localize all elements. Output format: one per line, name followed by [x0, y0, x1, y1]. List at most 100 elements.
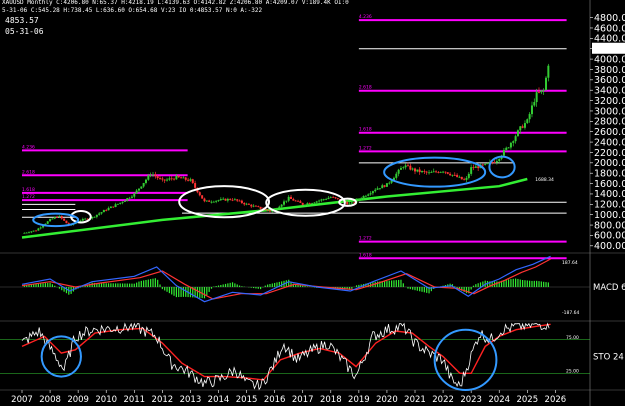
candle-body — [507, 147, 510, 149]
candle-body — [458, 176, 461, 178]
candle-body — [280, 204, 283, 207]
candle-body — [142, 182, 145, 187]
candle-body — [219, 199, 222, 201]
candle-body — [512, 141, 515, 143]
candle-body — [395, 173, 398, 178]
candle-body — [442, 171, 445, 173]
fib-level-label: 1.618 — [359, 127, 372, 133]
candle-body — [32, 230, 35, 232]
candle-body — [460, 176, 463, 180]
candle-body — [371, 191, 374, 194]
candle-body — [376, 188, 379, 190]
candle-body — [49, 219, 52, 222]
candle-body — [208, 200, 211, 202]
y-tick-label: 1400.00 — [594, 189, 625, 200]
candle-body — [435, 171, 438, 173]
y-tick-label: 1800.00 — [594, 168, 625, 179]
candle-body — [325, 199, 328, 200]
candle-body — [53, 217, 56, 219]
x-tick-label: 2016 — [264, 395, 286, 405]
candle-body — [95, 214, 98, 217]
candle-body — [493, 162, 496, 164]
x-tick-label: 2026 — [545, 395, 567, 405]
candle-body — [404, 165, 407, 168]
candle-body — [322, 199, 325, 201]
candle-body — [540, 90, 543, 93]
x-tick-label: 2024 — [488, 395, 510, 405]
candle-body — [149, 175, 152, 176]
candle-body — [502, 149, 505, 156]
candle-body — [98, 213, 101, 215]
x-tick-label: 2012 — [152, 395, 174, 405]
candle-body — [168, 178, 171, 180]
candle-body — [114, 204, 117, 208]
x-tick-label: 2008 — [39, 395, 61, 405]
candle-body — [46, 221, 49, 224]
candle-body — [112, 206, 115, 208]
candle-body — [311, 203, 314, 204]
candle-body — [105, 210, 108, 211]
candle-body — [357, 199, 360, 201]
candle-body — [486, 163, 489, 165]
candle-body — [187, 179, 190, 181]
candle-body — [308, 203, 311, 205]
macd-panel-label: MACD 6 — [593, 283, 625, 293]
chart-plot[interactable]: 400.00600.00800.001000.001200.001400.00 1… — [0, 0, 625, 406]
candle-body — [444, 171, 447, 173]
stochastic-k-line — [21, 322, 550, 391]
y-tick-label: 800.00 — [594, 220, 625, 231]
candle-body — [369, 193, 372, 195]
candle-body — [229, 198, 232, 200]
macd-tick-label: -187.64 — [562, 310, 580, 316]
candle-body — [383, 185, 386, 187]
candle-body — [399, 168, 402, 170]
candle-body — [294, 200, 297, 202]
y-tick-label: 2200.00 — [594, 148, 625, 159]
y-tick-label: 1000.00 — [594, 210, 625, 221]
candle-body — [428, 172, 431, 174]
candle-body — [109, 206, 112, 209]
candle-body — [60, 215, 63, 219]
candle-body — [297, 200, 300, 202]
candle-body — [226, 198, 229, 201]
candle-body — [283, 201, 286, 205]
candle-body — [102, 210, 105, 213]
y-tick-label: 2800.00 — [594, 117, 625, 128]
candle-body — [495, 161, 498, 163]
candle-body — [411, 168, 414, 170]
candle-body — [470, 167, 473, 174]
candle-body — [123, 200, 126, 202]
y-tick-label: 1200.00 — [594, 200, 625, 211]
candle-body — [456, 174, 459, 178]
x-tick-label: 2018 — [320, 395, 342, 405]
candle-body — [170, 178, 173, 180]
candle-body — [306, 203, 309, 205]
y-tick-label: 400.00 — [594, 241, 625, 252]
candle-body — [418, 169, 421, 173]
stochastic-highlight-ellipse — [433, 328, 498, 392]
candle-body — [423, 171, 426, 172]
candle-body — [334, 197, 337, 199]
candle-body — [30, 231, 33, 233]
candle-body — [516, 130, 519, 137]
candle-body — [290, 196, 293, 199]
candle-body — [137, 188, 140, 191]
candle-body — [301, 202, 304, 205]
candle-body — [528, 114, 531, 120]
candle-body — [484, 163, 487, 165]
candle-body — [509, 142, 512, 148]
candle-body — [474, 166, 477, 168]
candle-body — [173, 178, 176, 180]
candle-body — [194, 183, 197, 188]
candle-body — [414, 168, 417, 172]
candle-body — [329, 197, 332, 198]
candle-body — [93, 216, 96, 218]
y-tick-label: 600.00 — [594, 231, 625, 242]
candle-body — [130, 196, 133, 198]
y-tick-label: 4000.00 — [594, 54, 625, 65]
candle-body — [432, 171, 435, 173]
y-tick-label: 2000.00 — [594, 158, 625, 169]
candle-body — [266, 209, 269, 211]
candle-body — [257, 206, 260, 208]
candle-body — [521, 126, 524, 128]
